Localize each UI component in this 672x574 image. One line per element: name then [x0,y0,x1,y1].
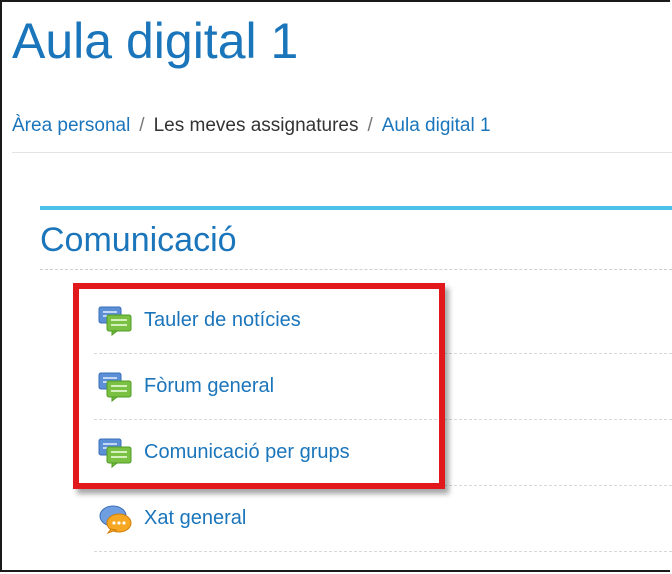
section-title: Comunicació [40,221,237,259]
breadcrumb-separator: / [139,115,145,136]
activity-list: Tauler de notícies Fòrum general Comunic… [94,288,672,552]
activity-link-tauler-de-noticies[interactable]: Tauler de notícies [94,306,301,336]
breadcrumb-divider [12,152,672,153]
activity-label: Xat general [144,507,247,529]
activity-item: Comunicació per grups [94,420,672,486]
activity-label: Comunicació per grups [144,441,350,463]
chat-icon [99,505,132,534]
activity-item: Xat general [94,486,672,552]
course-section: Comunicació [40,206,672,270]
breadcrumb-item-area-personal[interactable]: Àrea personal [12,115,130,136]
breadcrumb: Àrea personal / Les meves assignatures / Aul… [12,115,491,137]
forum-icon [98,372,132,402]
activity-link-forum-general[interactable]: Fòrum general [94,372,274,402]
activity-label: Fòrum general [144,375,275,397]
breadcrumb-item-aula-digital[interactable]: Aula digital 1 [382,115,491,136]
activity-link-xat-general[interactable]: Xat general [94,504,246,534]
page-title: Aula digital 1 [12,13,299,69]
section-divider [40,269,672,270]
breadcrumb-separator: / [367,115,373,136]
forum-icon [98,306,132,336]
activity-link-comunicacio-per-grups[interactable]: Comunicació per grups [94,438,350,468]
activity-item: Fòrum general [94,354,672,420]
activity-item: Tauler de notícies [94,288,672,354]
activity-label: Tauler de notícies [144,309,301,331]
forum-icon [98,438,132,468]
breadcrumb-item-les-meves-assignatures[interactable]: Les meves assignatures [154,115,359,136]
